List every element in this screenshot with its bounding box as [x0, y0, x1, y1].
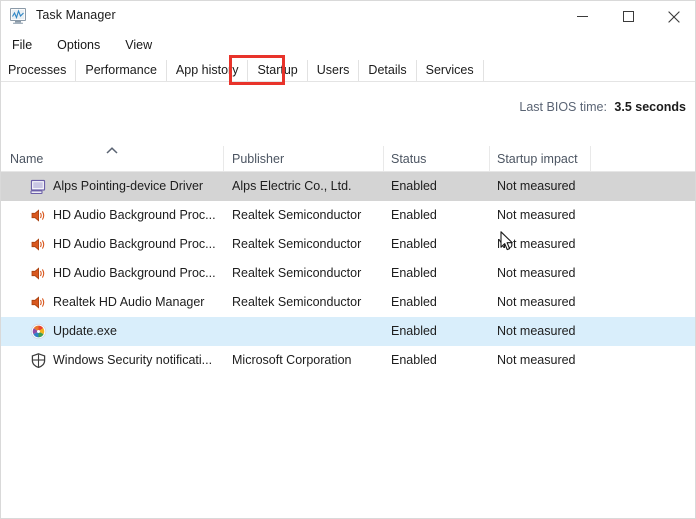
cell-name: HD Audio Background Proc... [53, 266, 216, 280]
tab-performance[interactable]: Performance [76, 60, 167, 82]
chevron-up-icon[interactable] [105, 142, 119, 154]
cell-publisher: Microsoft Corporation [232, 353, 352, 367]
pinwheel-icon [30, 323, 47, 340]
cell-name: HD Audio Background Proc... [53, 237, 216, 251]
monitor-icon [30, 178, 47, 195]
speaker-icon [30, 207, 47, 224]
maximize-button[interactable] [605, 1, 651, 32]
cell-publisher: Realtek Semiconductor [232, 266, 362, 280]
cell-status: Enabled [391, 237, 437, 251]
cell-impact: Not measured [497, 179, 576, 193]
cell-publisher [232, 317, 380, 346]
table-row[interactable]: Alps Pointing-device Driver Alps Electri… [1, 172, 695, 201]
tab-services[interactable]: Services [416, 60, 484, 82]
cell-name: Update.exe [53, 324, 117, 338]
cell-publisher: Realtek Semiconductor [232, 208, 362, 222]
column-divider[interactable] [383, 146, 384, 171]
cell-impact: Not measured [497, 237, 576, 251]
table-row[interactable]: HD Audio Background Proc... Realtek Semi… [1, 259, 695, 288]
minimize-button[interactable] [559, 1, 605, 32]
column-header-name[interactable]: Name [10, 152, 43, 166]
cell-status: Enabled [391, 353, 437, 367]
table-row[interactable]: Update.exe Enabled Not measured [1, 317, 695, 346]
tab-users[interactable]: Users [307, 60, 360, 82]
cell-name: Realtek HD Audio Manager [53, 295, 205, 309]
tab-processes[interactable]: Processes [1, 60, 77, 82]
cell-name: HD Audio Background Proc... [53, 208, 216, 222]
close-button[interactable] [651, 1, 695, 32]
cell-publisher: Alps Electric Co., Ltd. [232, 179, 352, 193]
tab-strip-divider [1, 81, 695, 82]
cell-impact: Not measured [497, 353, 576, 367]
startup-apps-table: Name Publisher Status Startup impact Alp… [1, 142, 695, 518]
table-row[interactable]: Realtek HD Audio Manager Realtek Semicon… [1, 288, 695, 317]
task-manager-monitor-icon [10, 8, 29, 25]
table-row[interactable]: HD Audio Background Proc... Realtek Semi… [1, 230, 695, 259]
last-bios-time: Last BIOS time: 3.5 seconds [519, 100, 686, 114]
menu-item-options[interactable]: Options [55, 37, 102, 53]
shield-icon [30, 352, 47, 369]
cell-impact: Not measured [497, 208, 576, 222]
cell-status: Enabled [391, 179, 437, 193]
table-body: Alps Pointing-device Driver Alps Electri… [1, 172, 695, 375]
column-header-status[interactable]: Status [391, 152, 426, 166]
tab-details[interactable]: Details [359, 60, 417, 82]
tab-startup[interactable]: Startup [248, 60, 308, 82]
tab-app-history[interactable]: App history [166, 60, 249, 82]
cell-status: Enabled [391, 208, 437, 222]
window-title: Task Manager [36, 8, 116, 22]
column-divider[interactable] [590, 146, 591, 171]
window-controls [559, 1, 695, 33]
speaker-icon [30, 294, 47, 311]
cell-status: Enabled [391, 295, 437, 309]
title-bar: Task Manager [1, 1, 695, 33]
cell-publisher: Realtek Semiconductor [232, 237, 362, 251]
column-header-impact[interactable]: Startup impact [497, 152, 578, 166]
cell-status: Enabled [391, 266, 437, 280]
minimize-icon [576, 16, 588, 17]
speaker-icon [30, 265, 47, 282]
maximize-icon [622, 11, 634, 22]
table-row[interactable]: Windows Security notificati... Microsoft… [1, 346, 695, 375]
close-icon [668, 10, 680, 23]
menu-item-file[interactable]: File [10, 37, 34, 53]
menu-bar: File Options View [1, 34, 695, 56]
column-divider[interactable] [223, 146, 224, 171]
menu-item-view[interactable]: View [123, 37, 154, 53]
cell-name: Alps Pointing-device Driver [53, 179, 204, 193]
cell-name: Windows Security notificati... [53, 353, 213, 367]
task-manager-window: Task Manager File Options View Processes… [0, 0, 696, 519]
last-bios-time-value: 3.5 seconds [614, 100, 686, 114]
column-divider[interactable] [489, 146, 490, 171]
table-header-row: Name Publisher Status Startup impact [1, 142, 695, 172]
cell-status: Enabled [391, 324, 437, 338]
cell-impact: Not measured [497, 266, 576, 280]
tab-strip: Processes Performance App history Startu… [1, 58, 695, 82]
last-bios-time-label: Last BIOS time: [519, 100, 607, 114]
cell-impact: Not measured [497, 324, 576, 338]
speaker-icon [30, 236, 47, 253]
cell-impact: Not measured [497, 295, 576, 309]
column-header-publisher[interactable]: Publisher [232, 152, 284, 166]
cell-publisher: Realtek Semiconductor [232, 295, 362, 309]
table-row[interactable]: HD Audio Background Proc... Realtek Semi… [1, 201, 695, 230]
